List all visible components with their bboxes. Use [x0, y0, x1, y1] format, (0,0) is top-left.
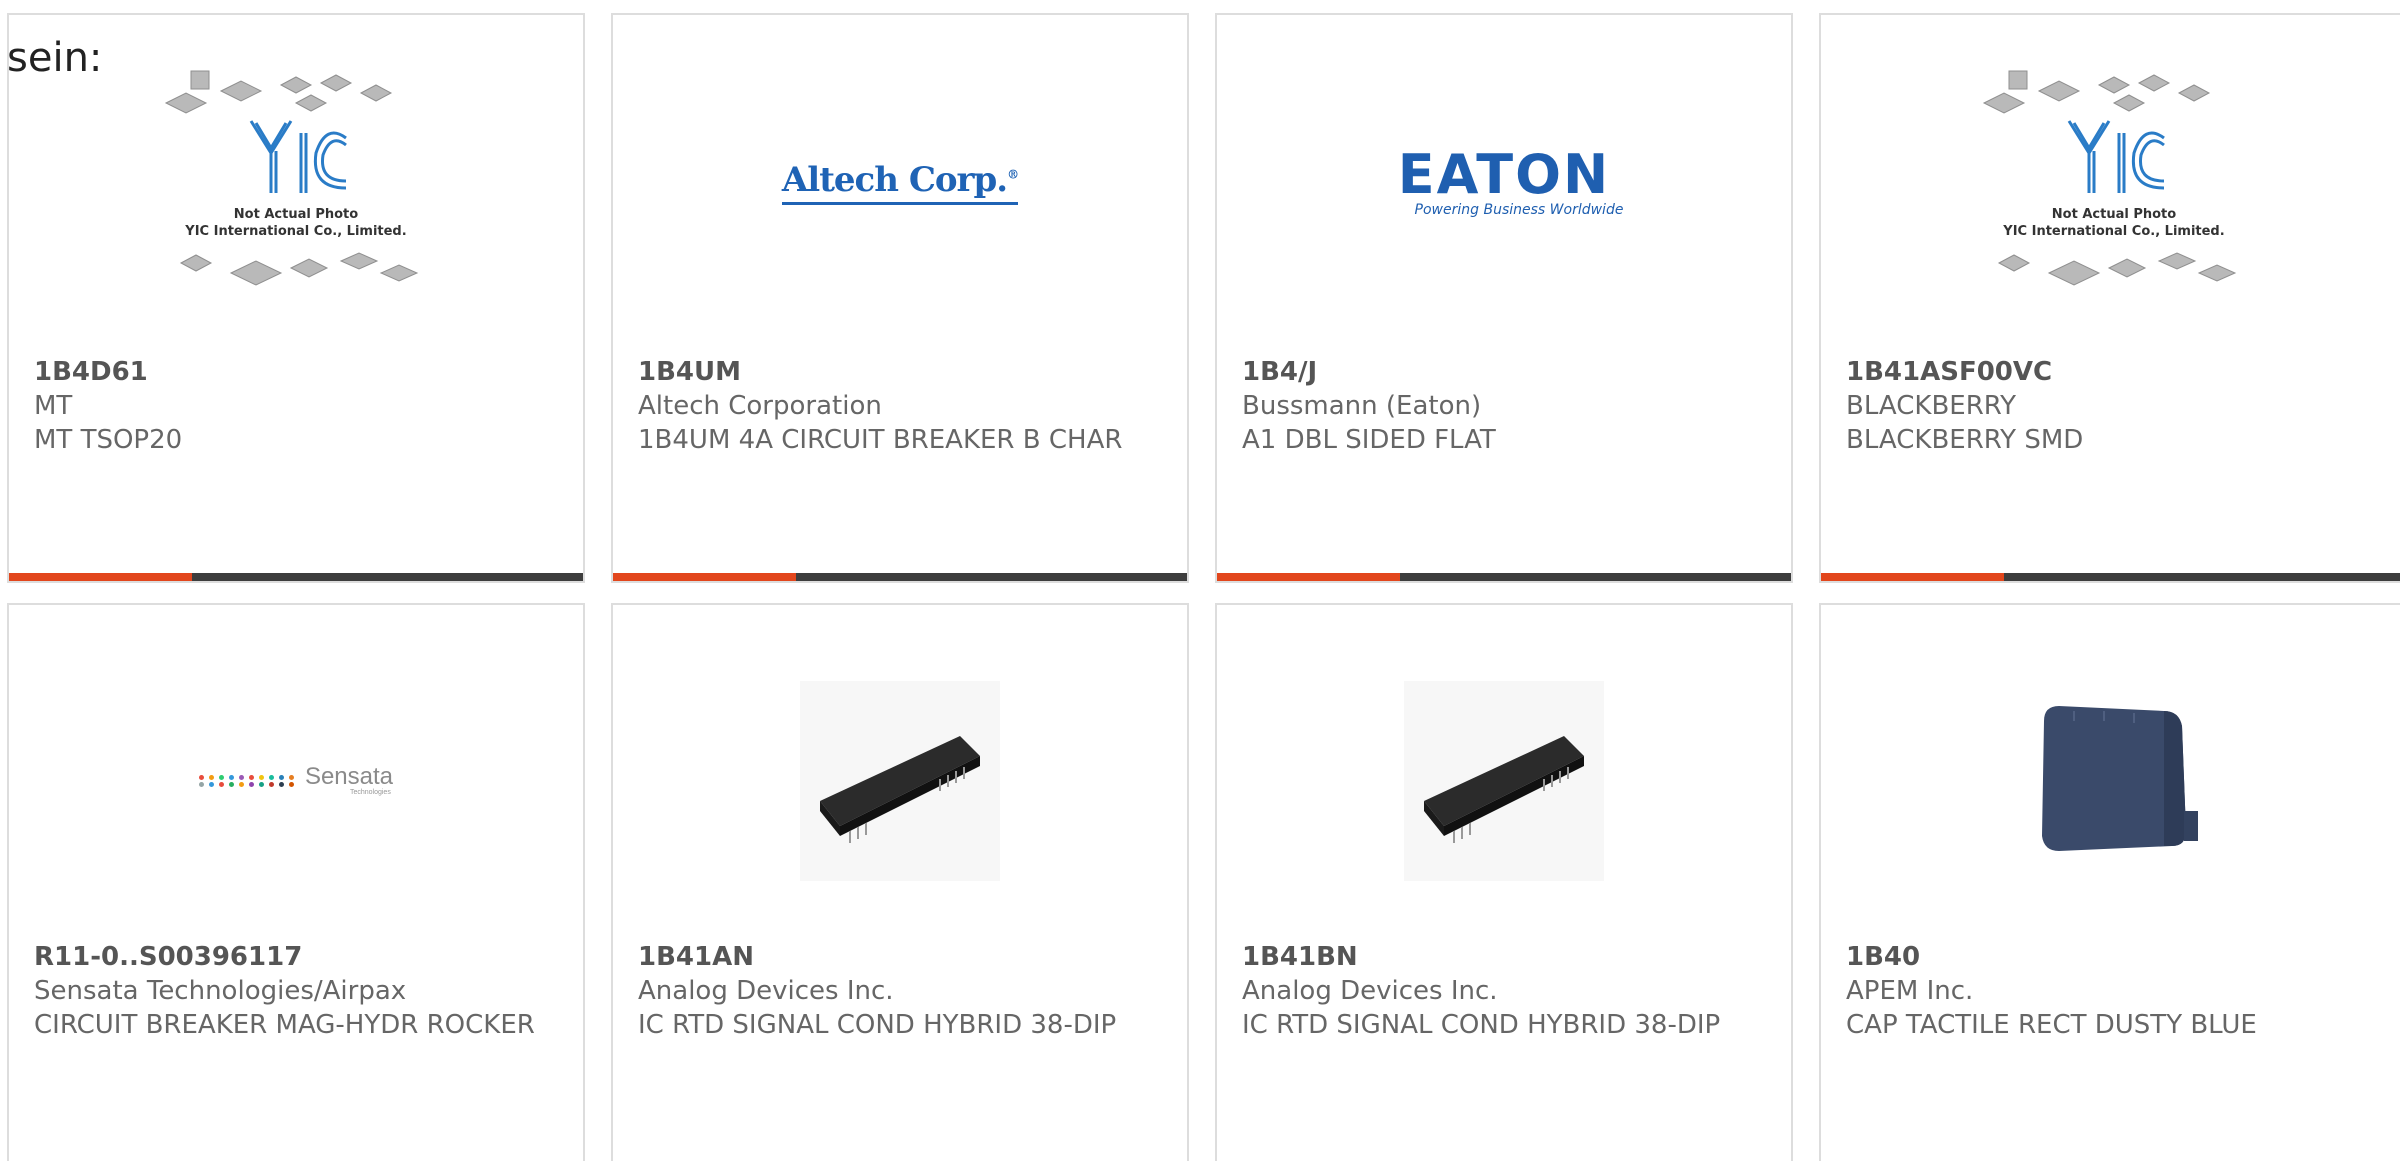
yic-placeholder-image: Not Actual Photo YIC International Co., … — [1982, 70, 2237, 286]
product-card[interactable]: 1B41BN Analog Devices Inc. IC RTD SIGNAL… — [1215, 603, 1793, 1161]
card-bottom-bar — [1821, 573, 2400, 581]
card-bottom-bar — [9, 573, 583, 581]
dip-module-photo — [1404, 680, 1604, 881]
part-number[interactable]: 1B4UM — [638, 355, 1147, 389]
product-image[interactable]: Altech Corp.® — [613, 15, 1187, 350]
product-image[interactable] — [1217, 613, 1791, 948]
intro-text: sein: — [7, 35, 103, 81]
card-bottom-bar — [1217, 573, 1791, 581]
product-card[interactable]: EATON Powering Business Worldwide 1B4/J … — [1215, 13, 1793, 583]
svg-text:Not Actual Photo: Not Actual Photo — [2052, 207, 2176, 222]
product-info: 1B40 APEM Inc. CAP TACTILE RECT DUSTY BL… — [1846, 940, 2367, 1042]
part-number[interactable]: 1B4D61 — [34, 355, 543, 389]
manufacturer: Altech Corporation — [638, 391, 882, 421]
eaton-logo: EATON Powering Business Worldwide — [1397, 142, 1624, 218]
description: IC RTD SIGNAL COND HYBRID 38-DIP — [1242, 1010, 1721, 1040]
product-info: 1B41BN Analog Devices Inc. IC RTD SIGNAL… — [1242, 940, 1751, 1042]
sensata-logo: Sensata Technologies — [198, 765, 393, 796]
description: MT TSOP20 — [34, 425, 183, 455]
tactile-cap-photo — [2014, 680, 2214, 881]
manufacturer: Bussmann (Eaton) — [1242, 391, 1482, 421]
yic-placeholder-image: Not Actual Photo YIC International Co., … — [164, 70, 419, 286]
manufacturer: Analog Devices Inc. — [1242, 976, 1498, 1006]
product-image[interactable]: Not Actual Photo YIC International Co., … — [1821, 15, 2400, 350]
product-image[interactable] — [613, 613, 1187, 948]
description: CAP TACTILE RECT DUSTY BLUE — [1846, 1010, 2257, 1040]
card-bottom-bar — [613, 573, 1187, 581]
product-info: 1B41AN Analog Devices Inc. IC RTD SIGNAL… — [638, 940, 1147, 1042]
part-number[interactable]: 1B40 — [1846, 940, 2367, 974]
product-card[interactable]: Altech Corp.® 1B4UM Altech Corporation 1… — [611, 13, 1189, 583]
product-image[interactable]: Sensata Technologies — [9, 613, 583, 948]
svg-text:YIC International Co., Limited: YIC International Co., Limited. — [2002, 224, 2224, 239]
product-info: 1B41ASF00VC BLACKBERRY BLACKBERRY SMD — [1846, 355, 2367, 457]
product-grid-page: sein: Not Actual Photo YIC International… — [0, 0, 2400, 1161]
description: IC RTD SIGNAL COND HYBRID 38-DIP — [638, 1010, 1117, 1040]
manufacturer: MT — [34, 391, 73, 421]
product-card[interactable]: Not Actual Photo YIC International Co., … — [7, 13, 585, 583]
product-card[interactable]: 1B40 APEM Inc. CAP TACTILE RECT DUSTY BL… — [1819, 603, 2400, 1161]
product-image[interactable] — [1821, 613, 2400, 948]
product-info: R11-0..S00396117 Sensata Technologies/Ai… — [34, 940, 543, 1042]
svg-text:YIC International Co., Limited: YIC International Co., Limited. — [184, 224, 406, 239]
product-info: 1B4D61 MT MT TSOP20 — [34, 355, 543, 457]
description: 1B4UM 4A CIRCUIT BREAKER B CHAR — [638, 425, 1123, 455]
product-card[interactable]: 1B41AN Analog Devices Inc. IC RTD SIGNAL… — [611, 603, 1189, 1161]
product-image[interactable]: EATON Powering Business Worldwide — [1217, 15, 1791, 350]
part-number[interactable]: R11-0..S00396117 — [34, 940, 543, 974]
part-number[interactable]: 1B4/J — [1242, 355, 1751, 389]
part-number[interactable]: 1B41AN — [638, 940, 1147, 974]
description: CIRCUIT BREAKER MAG-HYDR ROCKER — [34, 1010, 535, 1040]
product-card[interactable]: Sensata Technologies R11-0..S00396117 Se… — [7, 603, 585, 1161]
manufacturer: BLACKBERRY — [1846, 391, 2017, 421]
product-info: 1B4/J Bussmann (Eaton) A1 DBL SIDED FLAT — [1242, 355, 1751, 457]
product-card[interactable]: Not Actual Photo YIC International Co., … — [1819, 13, 2400, 583]
manufacturer: APEM Inc. — [1846, 976, 1974, 1006]
altech-logo: Altech Corp.® — [781, 160, 1019, 205]
manufacturer: Analog Devices Inc. — [638, 976, 894, 1006]
manufacturer: Sensata Technologies/Airpax — [34, 976, 407, 1006]
svg-text:Not Actual Photo: Not Actual Photo — [234, 207, 358, 222]
dip-module-photo — [800, 680, 1000, 881]
description: BLACKBERRY SMD — [1846, 425, 2084, 455]
description: A1 DBL SIDED FLAT — [1242, 425, 1496, 455]
part-number[interactable]: 1B41ASF00VC — [1846, 355, 2367, 389]
product-info: 1B4UM Altech Corporation 1B4UM 4A CIRCUI… — [638, 355, 1147, 457]
part-number[interactable]: 1B41BN — [1242, 940, 1751, 974]
